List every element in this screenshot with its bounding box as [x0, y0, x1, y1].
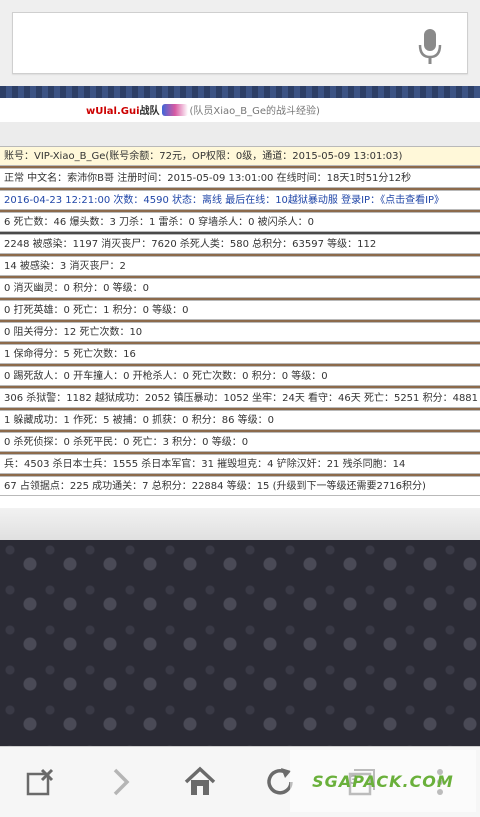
detective-row: 0 杀死侦探：0 杀死平民：0 死亡：3 积分：0 等级：0 [0, 432, 480, 452]
profile-row: 正常 中文名：索沛你B哥 注册时间：2015-05-09 13:01:00 在线… [0, 168, 480, 188]
page-banner [0, 86, 480, 98]
member-note: (队员Xiao_B_Ge的战斗经验) [189, 106, 320, 117]
page-footer-bar [0, 508, 480, 540]
zombie-row: 2248 被感染：1197 消灭丧尸：7620 杀死人类：580 总积分：635… [0, 234, 480, 254]
account-row: 账号：VIP-Xiao_B_Ge(账号余额：72元，OP权限：0级，通道：201… [0, 146, 480, 166]
watermark: SGAPACK.COM [290, 750, 476, 812]
home-icon [184, 766, 216, 795]
clan-suffix: 战队 [139, 106, 160, 117]
chevron-right-icon [113, 768, 130, 796]
deathrun-row: 0 踢死敌人：0 开车撞人：0 开枪杀人：0 死亡次数：0 积分：0 等级：0 [0, 366, 480, 386]
block-row: 0 阻关得分：12 死亡次数：10 [0, 322, 480, 342]
search-input[interactable] [12, 12, 468, 74]
level-row: 67 占领据点：225 成功通关：7 总积分：22884 等级：15 (升级到下… [0, 476, 480, 496]
header-separator [0, 122, 480, 146]
zombie2-row: 14 被感染：3 消灭丧尸：2 [0, 256, 480, 276]
home-button[interactable] [168, 747, 232, 817]
close-tab-button[interactable] [8, 747, 72, 817]
login-row[interactable]: 2016-04-23 12:21:00 次数：4590 状态：离线 最后在线：1… [0, 190, 480, 210]
jailbreak-row: 306 杀狱警：1182 越狱成功：2052 镇压暴动：1052 坐牢：24天 … [0, 388, 480, 408]
clan-header: wUlal.Gui战队 (队员Xiao_B_Ge的战斗经验) [0, 98, 480, 123]
war-row: 兵：4503 杀日本士兵：1555 杀日本军官：31 摧毁坦克：4 铲除汉奸：2… [0, 454, 480, 474]
hero-row: 0 打死英雄：0 死亡：1 积分：0 等级：0 [0, 300, 480, 320]
stats-list: 账号：VIP-Xiao_B_Ge(账号余额：72元，OP权限：0级，通道：201… [0, 146, 480, 496]
background-pattern [0, 540, 480, 746]
survive-row: 1 保命得分：5 死亡次数：16 [0, 344, 480, 364]
microphone-icon[interactable] [417, 27, 443, 67]
kills-row: 6 死亡数：46 爆头数：3 刀杀：1 雷杀：0 穿墙杀人：0 被闪杀人：0 [0, 212, 480, 232]
watermark-site: SGAPACK.COM [312, 771, 454, 791]
clan-badge-icon [161, 104, 188, 116]
ghost-row: 0 消灭幽灵：0 积分：0 等级：0 [0, 278, 480, 298]
search-bar [0, 0, 480, 86]
hide-row: 1 躲藏成功：1 作死：5 被捕：0 抓获：0 积分：86 等级：0 [0, 410, 480, 430]
close-tab-icon [26, 768, 54, 796]
forward-button[interactable] [88, 747, 152, 817]
clan-name[interactable]: wUlal.Gui [86, 106, 140, 117]
